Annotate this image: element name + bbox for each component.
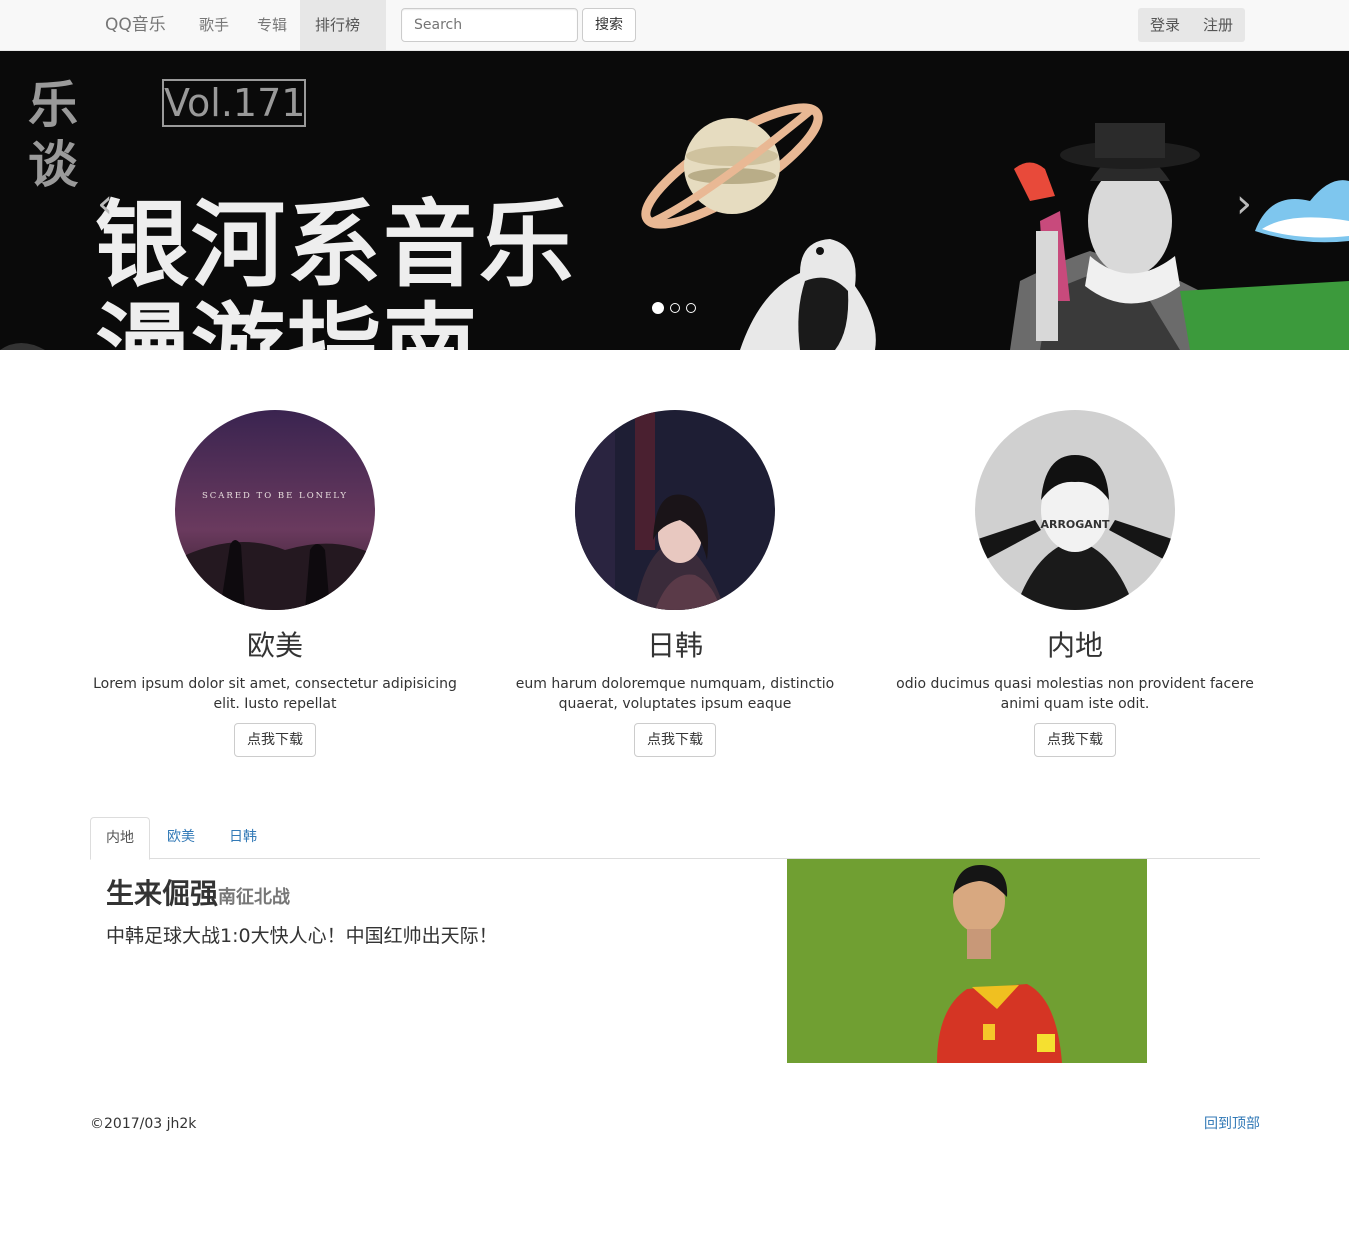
download-button[interactable]: 点我下载 xyxy=(1034,723,1116,757)
album-cover-jpkr xyxy=(575,410,775,610)
category-tabs: 内地 欧美 日韩 xyxy=(90,817,1260,860)
feature-title: 日韩 xyxy=(646,629,703,662)
register-link[interactable]: 注册 xyxy=(1203,8,1233,42)
hat-man-illustration xyxy=(1010,123,1349,350)
cover-text: ARROGANT xyxy=(1040,518,1110,531)
hero-title: 银河系音乐 xyxy=(95,191,576,300)
tab-mainland[interactable]: 内地 xyxy=(90,817,150,860)
account-links: 登录 注册 xyxy=(1138,8,1245,42)
article-title: 生来倔强南征北战 xyxy=(106,876,290,916)
article-lead: 中韩足球大战1:0大快人心！中国红帅出天际！ xyxy=(106,925,498,947)
feature-title: 欧美 xyxy=(246,629,303,662)
nav-link-singers[interactable]: 歌手 xyxy=(184,0,244,50)
tab-western[interactable]: 欧美 xyxy=(152,817,210,859)
navbar: QQ音乐 歌手 专辑 排行榜 搜索 登录 注册 xyxy=(0,0,1349,78)
saturn-illustration xyxy=(641,103,823,229)
search-input[interactable] xyxy=(401,8,578,42)
feature-description: eum harum doloremque numquam, distinctio… xyxy=(515,676,835,712)
vol-number: Vol.171 xyxy=(162,79,306,127)
download-button[interactable]: 点我下载 xyxy=(234,723,316,757)
chevron-left-icon: ‹ xyxy=(97,181,113,227)
back-to-top-link[interactable]: 回到顶部 xyxy=(1204,1114,1260,1134)
nav-link-albums[interactable]: 专辑 xyxy=(242,0,302,50)
feature-description: Lorem ipsum dolor sit amet, consectetur … xyxy=(93,676,457,712)
tab-jpkr[interactable]: 日韩 xyxy=(214,817,272,859)
article-subtitle: 南征北战 xyxy=(218,887,291,908)
cover-text: SCARED TO BE LONELY xyxy=(202,491,348,501)
seal-illustration xyxy=(740,239,876,350)
carousel-prev-control[interactable]: ‹ xyxy=(90,184,120,224)
carousel-next-control[interactable]: › xyxy=(1229,184,1259,224)
hero-subtitle: 漫游指南 xyxy=(95,294,480,351)
feature-title: 内地 xyxy=(1046,629,1103,662)
carousel-indicator[interactable] xyxy=(652,302,664,314)
navbar-inner: QQ音乐 歌手 专辑 排行榜 搜索 登录 注册 xyxy=(90,0,1260,78)
album-cover-western: SCARED TO BE LONELY xyxy=(175,410,375,610)
feature-description: odio ducimus quasi molestias non provide… xyxy=(896,676,1254,712)
carousel: 乐谈 Vol.171 银河系音乐 漫游指南 ‹ › xyxy=(0,51,1349,350)
logo-text: 乐谈 xyxy=(28,76,78,194)
nav-dropdown-charts[interactable]: 排行榜 xyxy=(300,0,386,78)
nav-dropdown-label: 排行榜 xyxy=(315,16,361,34)
download-button[interactable]: 点我下载 xyxy=(634,723,716,757)
brand-link[interactable]: QQ音乐 xyxy=(105,15,166,35)
login-link[interactable]: 登录 xyxy=(1150,8,1180,42)
album-cover-mainland: ARROGANT xyxy=(975,410,1175,610)
carousel-indicator[interactable] xyxy=(670,303,680,313)
carousel-indicator[interactable] xyxy=(686,303,696,313)
article-title-text: 生来倔强 xyxy=(106,877,219,910)
copyright: ©2017/03 jh2k xyxy=(90,1116,197,1132)
search-button[interactable]: 搜索 xyxy=(582,8,636,42)
article-image xyxy=(787,859,1147,1063)
chevron-right-icon: › xyxy=(1236,181,1252,227)
